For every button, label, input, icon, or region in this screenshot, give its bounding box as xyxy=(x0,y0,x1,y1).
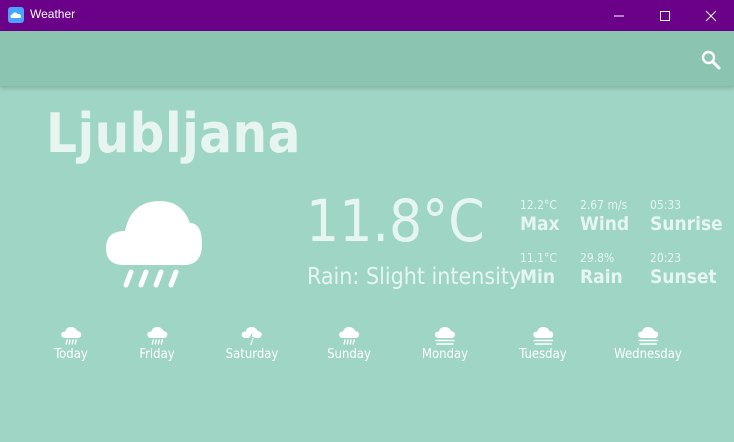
fog-cloud-icon xyxy=(435,327,455,345)
forecast-day-label: Today xyxy=(54,347,88,362)
forecast-day-sunday[interactable]: Sunday xyxy=(327,326,371,362)
rain-cloud-icon xyxy=(106,201,202,288)
stat-max-label: Max xyxy=(520,213,560,235)
close-button[interactable] xyxy=(688,0,734,31)
stat-rain-value: 29.8% xyxy=(580,251,615,265)
stat-min: 11.1°C Min xyxy=(520,251,557,288)
stat-max: 12.2°C Max xyxy=(520,198,560,235)
forecast-day-label: Sunday xyxy=(327,347,371,362)
close-icon xyxy=(705,10,717,21)
stat-rain-label: Rain xyxy=(580,266,623,288)
weather-app-icon xyxy=(8,7,24,23)
city-name: Ljubljana xyxy=(46,102,301,165)
current-temperature: 11.8°C xyxy=(306,187,485,255)
forecast-day-saturday[interactable]: Saturday xyxy=(225,326,279,362)
stat-sunrise-label: Sunrise xyxy=(650,213,723,235)
maximize-icon xyxy=(660,10,670,21)
stat-sunrise-value: 05:33 xyxy=(650,198,682,212)
thunderstorm-icon xyxy=(242,327,262,346)
forecast-day-friday[interactable]: Friday xyxy=(139,326,175,362)
forecast-day-wednesday[interactable]: Wednesday xyxy=(614,326,682,362)
stat-wind-label: Wind xyxy=(580,213,630,235)
forecast-day-label: Friday xyxy=(139,347,175,362)
forecast-day-monday[interactable]: Monday xyxy=(422,326,468,362)
forecast-day-label: Saturday xyxy=(225,347,279,362)
forecast-day-label: Wednesday xyxy=(614,347,682,362)
search-button[interactable] xyxy=(700,49,722,71)
stat-min-label: Min xyxy=(520,266,556,288)
stat-sunset-label: Sunset xyxy=(650,266,717,288)
app-toolbar xyxy=(0,31,734,86)
stat-wind: 2.67 m/s Wind xyxy=(580,198,629,235)
rain-cloud-icon xyxy=(339,327,359,345)
rain-cloud-icon xyxy=(60,327,81,345)
rain-cloud-icon xyxy=(146,327,167,345)
stat-sunrise: 05:33 Sunrise xyxy=(650,198,723,235)
forecast-day-label: Monday xyxy=(421,347,469,362)
window-title: Weather xyxy=(30,7,76,21)
stat-rain: 29.8% Rain xyxy=(580,251,623,288)
current-condition: Rain: Slight intensity xyxy=(307,264,522,290)
stat-wind-value: 2.67 m/s xyxy=(580,198,628,212)
forecast-day-label: Tuesday xyxy=(519,347,567,362)
fog-cloud-icon xyxy=(532,327,553,345)
maximize-button[interactable] xyxy=(642,0,688,31)
forecast-day-tuesday[interactable]: Tuesday xyxy=(519,326,567,362)
minimize-icon xyxy=(614,15,624,16)
stat-max-value: 12.2°C xyxy=(520,198,557,212)
stat-sunset: 20:23 Sunset xyxy=(650,251,717,288)
fog-cloud-icon xyxy=(638,327,658,345)
stat-sunset-value: 20:23 xyxy=(650,251,682,265)
search-icon xyxy=(701,50,721,70)
minimize-button[interactable] xyxy=(596,0,642,31)
stat-min-value: 11.1°C xyxy=(520,251,557,265)
title-bar: Weather xyxy=(0,0,734,31)
forecast-day-today[interactable]: Today xyxy=(54,326,88,362)
